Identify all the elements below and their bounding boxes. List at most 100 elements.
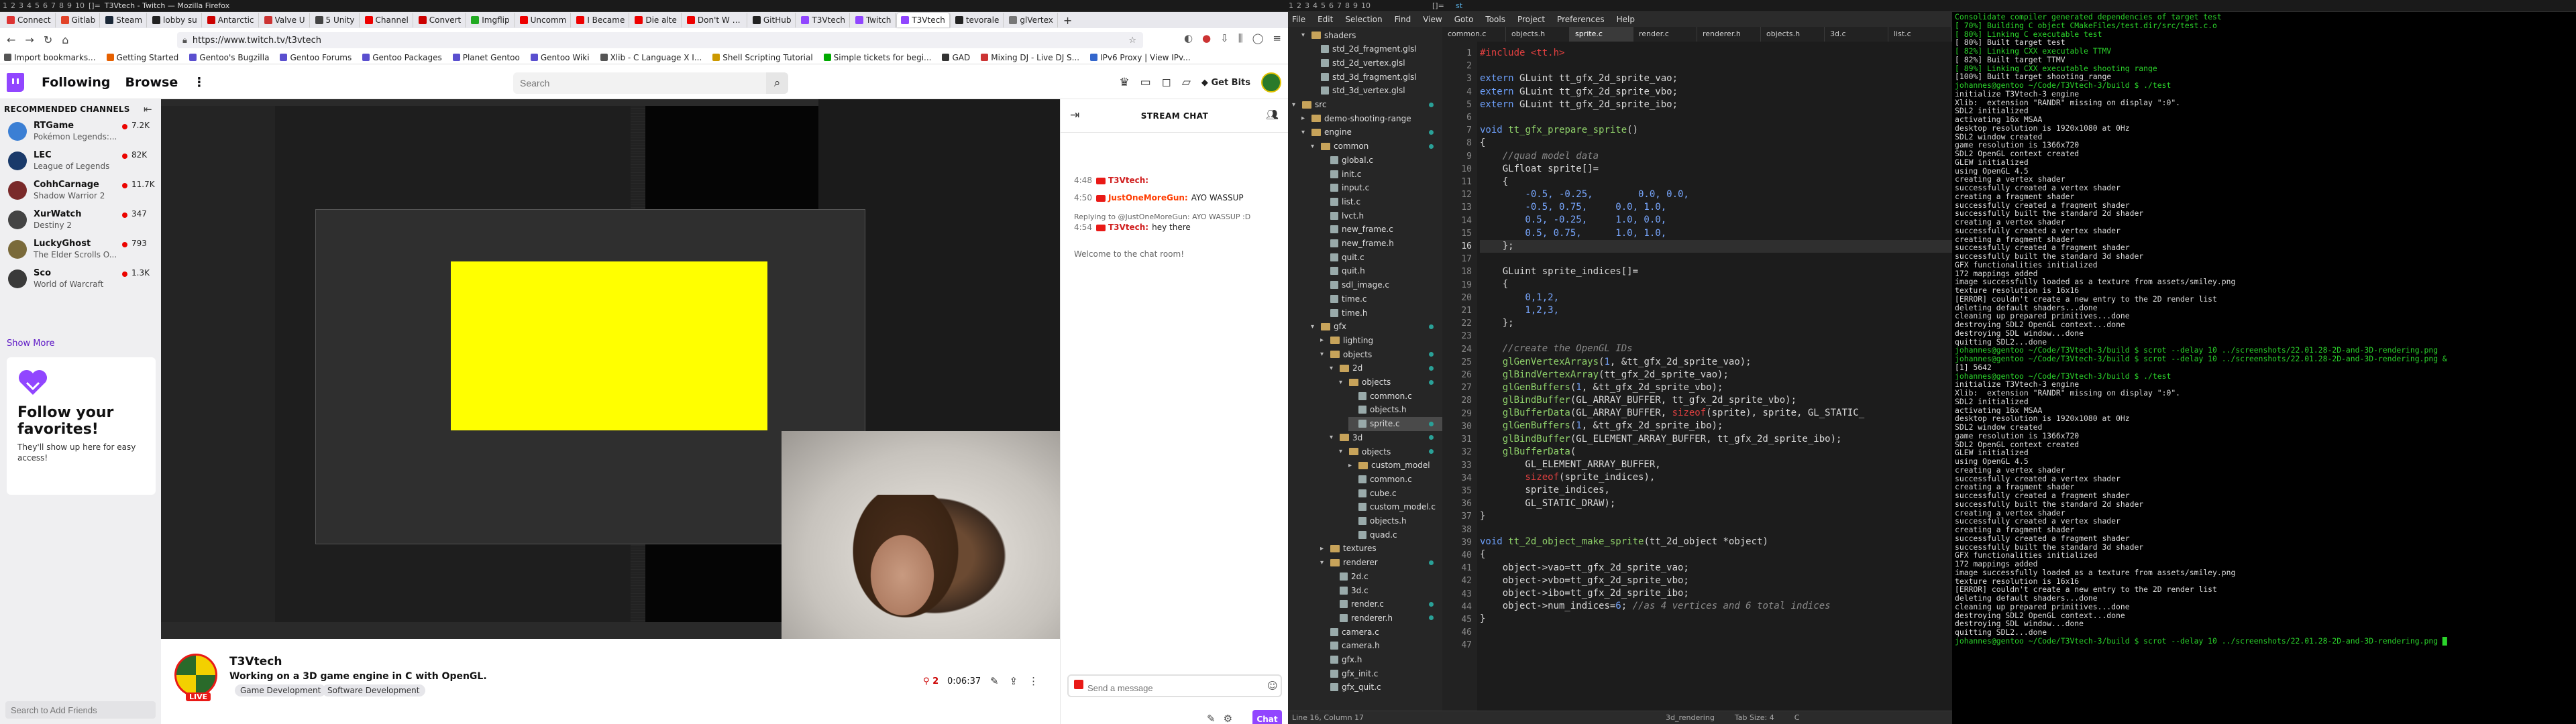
tree-folder[interactable]: ▾ objects <box>1320 347 1442 361</box>
video-player[interactable] <box>161 99 1060 639</box>
workspace-tag[interactable]: 2 <box>1297 1 1301 10</box>
browser-tab[interactable]: lobby su <box>148 13 202 27</box>
chevron-down-icon[interactable]: ▾ <box>1330 365 1336 372</box>
browser-tab[interactable]: Gitlab <box>57 13 101 27</box>
pocket-icon[interactable]: ◐ <box>1184 32 1193 44</box>
tree-file[interactable]: objects.h <box>1348 514 1442 528</box>
tree-folder[interactable]: ▸ lighting <box>1320 333 1442 347</box>
editor-tab[interactable]: render.c <box>1633 27 1697 42</box>
browser-tab[interactable]: I Became <box>572 13 630 27</box>
chevron-right-icon[interactable]: ▸ <box>1320 337 1327 344</box>
menu-item[interactable]: Help <box>1617 15 1635 24</box>
channel-item[interactable]: Sco World of Warcraft 1.3K <box>4 265 157 292</box>
browser-tab[interactable]: Steam <box>101 13 148 27</box>
tree-folder[interactable]: ▾ shaders <box>1301 28 1442 42</box>
code-content[interactable]: #include <tt.h> extern GLuint tt_gfx_2d_s… <box>1480 42 1952 711</box>
streamer-name[interactable]: T3Vtech <box>229 655 282 668</box>
tree-file[interactable]: global.c <box>1320 153 1442 167</box>
browser-tab[interactable]: T3Vtech <box>797 13 850 27</box>
workspace-tag[interactable]: 9 <box>1353 1 1358 10</box>
show-more-link[interactable]: Show More <box>7 339 54 349</box>
workspace-tag[interactable]: 7 <box>1337 1 1342 10</box>
editor-tab[interactable]: 3d.c <box>1825 27 1888 42</box>
tree-file[interactable]: std_2d_vertex.glsl <box>1311 56 1442 70</box>
chat-users-icon[interactable]: 👥︎ <box>1266 109 1279 121</box>
forward-icon[interactable]: → <box>25 34 34 46</box>
tree-file[interactable]: quit.h <box>1320 264 1442 278</box>
bookmark-item[interactable]: Simple tickets for begi... <box>823 53 931 62</box>
browser-tab[interactable]: tevorale <box>951 13 1004 27</box>
channel-item[interactable]: RTGame Pokémon Legends:... 7.2K <box>4 118 157 145</box>
tree-folder[interactable]: ▾ objects <box>1339 375 1442 389</box>
chat-send-button[interactable]: Chat <box>1252 710 1282 724</box>
user-avatar[interactable] <box>1261 72 1281 93</box>
tree-file[interactable]: gfx_init.c <box>1320 666 1442 680</box>
reload-icon[interactable]: ↻ <box>44 34 52 46</box>
menu-item[interactable]: View <box>1423 15 1442 24</box>
browser-tab[interactable]: Twitch <box>851 13 896 27</box>
browser-tab[interactable]: Channel <box>361 13 413 27</box>
search-friends-input[interactable] <box>5 701 156 719</box>
workspace-tag[interactable]: 1 <box>3 1 7 10</box>
menu-item[interactable]: Find <box>1395 15 1411 24</box>
search-icon[interactable]: ⌕ <box>766 72 788 94</box>
browser-tab[interactable]: Die alte <box>631 13 682 27</box>
tree-file[interactable]: std_2d_fragment.glsl <box>1311 42 1442 56</box>
more-options-icon[interactable]: ⋮ <box>1028 675 1038 687</box>
channel-item[interactable]: LuckyGhost The Elder Scrolls O... 793 <box>4 236 157 263</box>
channel-item[interactable]: CohhCarnage Shadow Warrior 2 11.7K <box>4 177 157 204</box>
streamer-avatar[interactable] <box>174 654 217 697</box>
tree-file[interactable]: quit.c <box>1320 250 1442 264</box>
tree-file[interactable]: render.c <box>1330 597 1442 611</box>
tree-file[interactable]: renderer.h <box>1330 611 1442 625</box>
bookmark-item[interactable]: Gentoo Packages <box>362 53 442 62</box>
chat-input[interactable] <box>1067 674 1282 697</box>
browser-tab[interactable]: Convert <box>415 13 466 27</box>
tree-file[interactable]: init.c <box>1320 167 1442 181</box>
workspace-tag[interactable]: 9 <box>67 1 72 10</box>
chevron-down-icon[interactable]: ▾ <box>1311 143 1318 150</box>
chat-username[interactable]: JustOneMoreGun: <box>1108 193 1188 202</box>
tree-folder[interactable]: ▾ common <box>1311 139 1442 154</box>
edit-icon[interactable]: ✎ <box>990 675 999 687</box>
workspace-tags-left[interactable]: 1 2 3 4 5 6 7 8 9 10 <box>0 1 85 10</box>
collapse-sidebar-icon[interactable]: ⇤ <box>144 103 152 115</box>
share-icon[interactable]: ⇪ <box>1010 675 1018 687</box>
tree-file[interactable]: std_3d_fragment.glsl <box>1311 70 1442 84</box>
tree-folder[interactable]: ▾ gfx <box>1311 320 1442 334</box>
downloads-icon[interactable]: ⇩ <box>1220 32 1229 44</box>
tree-file[interactable]: objects.h <box>1348 403 1442 417</box>
bookmark-item[interactable]: GAD <box>942 53 970 62</box>
tree-file[interactable]: camera.c <box>1320 625 1442 639</box>
twitch-search-input[interactable] <box>513 72 766 94</box>
tree-file[interactable]: gfx.h <box>1320 653 1442 667</box>
workspace-tag[interactable]: 2 <box>11 1 15 10</box>
workspace-tags-right[interactable]: 1 2 3 4 5 6 7 8 9 10 <box>1289 1 1371 10</box>
home-icon[interactable]: ⌂ <box>62 34 68 46</box>
workspace-tag[interactable]: 8 <box>59 1 64 10</box>
chevron-right-icon[interactable]: ▸ <box>1301 115 1308 122</box>
tree-file[interactable]: camera.h <box>1320 639 1442 653</box>
tree-folder[interactable]: ▸ demo-shooting-range <box>1301 111 1442 125</box>
tree-file[interactable]: gfx_quit.c <box>1320 680 1442 695</box>
inbox-icon[interactable]: ▭ <box>1140 76 1151 89</box>
chevron-down-icon[interactable]: ▾ <box>1320 559 1327 566</box>
tree-file[interactable]: common.c <box>1348 472 1442 486</box>
chat-settings-icon[interactable]: ⚙ <box>1224 713 1232 724</box>
bookmark-item[interactable]: Gentoo's Bugzilla <box>189 53 269 62</box>
tree-file[interactable]: 3d.c <box>1330 583 1442 597</box>
get-bits-button[interactable]: ◆ Get Bits <box>1201 78 1250 88</box>
workspace-tag[interactable]: 5 <box>35 1 40 10</box>
bookmark-item[interactable]: Gentoo Forums <box>280 53 352 62</box>
menu-item[interactable]: File <box>1292 15 1305 24</box>
back-icon[interactable]: ← <box>7 34 15 46</box>
tag-software-development[interactable]: Software Development <box>322 684 425 697</box>
workspace-tag[interactable]: 6 <box>1329 1 1334 10</box>
tree-folder[interactable]: ▾ objects <box>1339 444 1442 459</box>
chevron-right-icon[interactable]: ▸ <box>1348 462 1355 469</box>
bookmark-item[interactable]: Getting Started <box>106 53 178 62</box>
bookmark-item[interactable]: IPv6 Proxy | View IPv... <box>1090 53 1191 62</box>
library-icon[interactable]: ⫼ <box>1238 32 1243 44</box>
workspace-tag[interactable]: 4 <box>1313 1 1318 10</box>
code-editor[interactable]: 1 2 3 4 5 6 7 8 9 10 11 12 13 14 15 16 17 18 19 20 21 22 23 24 2… <box>1442 42 1952 711</box>
